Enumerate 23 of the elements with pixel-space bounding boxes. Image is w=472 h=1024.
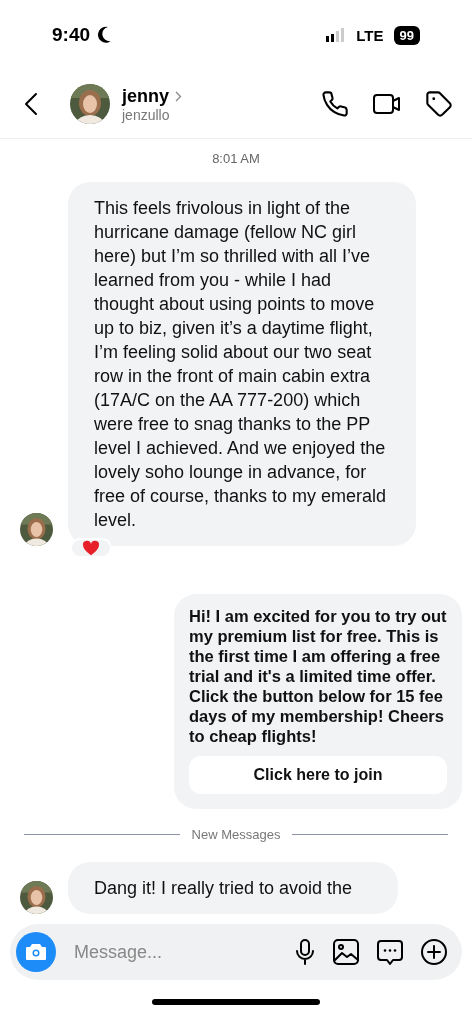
microphone-icon[interactable] [294, 938, 316, 966]
timestamp: 8:01 AM [212, 151, 260, 166]
chevron-icon [175, 90, 182, 102]
signal-icon [326, 28, 347, 42]
message-bubble: Dang it! I really tried to avoid the [68, 862, 398, 914]
contact-name[interactable]: jenny [122, 85, 169, 107]
message-text: Hi! I am excited for you to try out my premium list for free. This is the first time I am offering a free trial and it's a limited time offer. Click the button below for 15 fee days of my membership! Cheers to cheap flights! [189, 606, 447, 746]
network-type: LTE [356, 26, 384, 44]
join-button[interactable]: Click here to join [189, 756, 447, 794]
message-bubble: This feels frivolous in light of the hurricane damage (fellow NC girl here) but I’m so thrilled with all I’ve learned from you - while I had thought about using points to move up to biz, given it’s a daytime flight, I’m feeling solid about our two seat row in the front of main cabin extra (17A/C on the AA 777-200) which were free to snag thanks to the PP level I achieved. And we enjoyed the lovely soho lounge in advance, for free of course, thanks to my emerald level. [68, 182, 416, 546]
battery-level: 99 [393, 25, 420, 45]
new-messages-label: New Messages [191, 827, 281, 842]
status-time: 9:40 [52, 24, 91, 46]
heart-icon [82, 540, 100, 556]
phone-icon[interactable] [320, 89, 350, 119]
message-input[interactable]: Message... [72, 940, 278, 964]
tag-icon[interactable] [424, 89, 454, 119]
plus-icon[interactable] [420, 938, 448, 966]
camera-icon [25, 943, 47, 961]
chat-bubble-icon[interactable] [376, 938, 404, 966]
camera-button[interactable] [16, 932, 56, 972]
image-icon[interactable] [332, 938, 360, 966]
contact-username: jenzullo [122, 106, 171, 123]
